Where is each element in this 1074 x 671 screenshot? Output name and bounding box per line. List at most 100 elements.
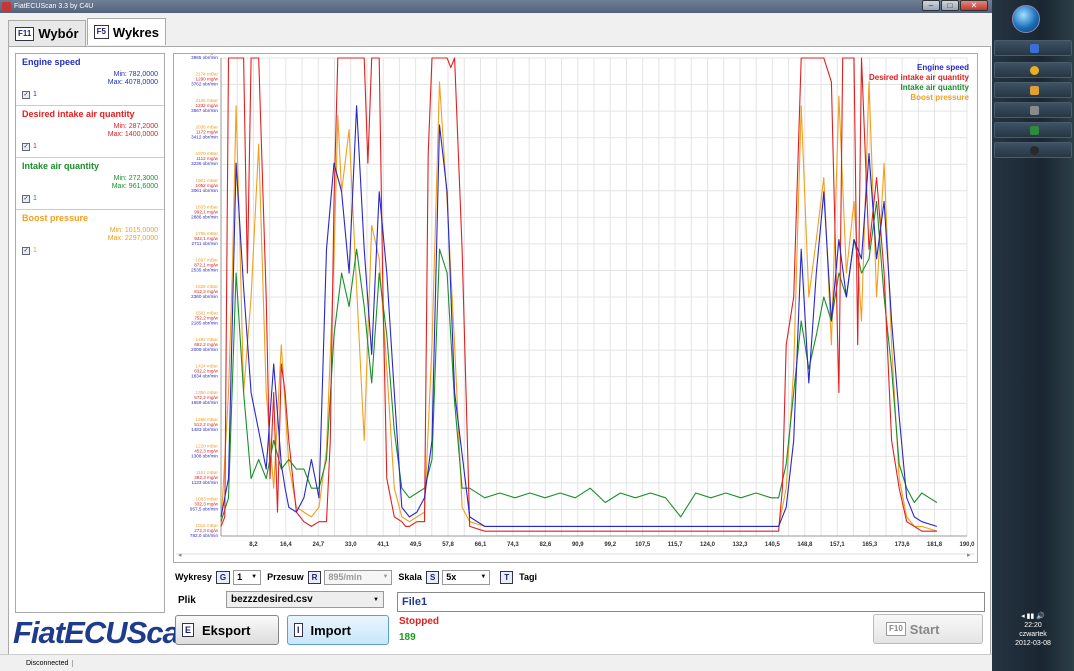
floppy-icon — [1030, 44, 1039, 53]
skala-label: Skala — [398, 572, 422, 582]
tagi-key[interactable]: T — [500, 570, 514, 584]
sensor-engine-speed[interactable]: Engine speed Min: 782,0000 Max: 4078,000… — [16, 54, 164, 106]
sensor-axis-number: 1 — [33, 247, 37, 254]
taskbar-item-excel[interactable] — [994, 122, 1072, 138]
sensor-intake-air[interactable]: Intake air quantity Min: 272,3000 Max: 9… — [16, 158, 164, 210]
x-tick-label: 90,9 — [572, 542, 584, 548]
tab-bar: F11 Wybór F5 Wykres — [8, 18, 167, 46]
sensor-axis-number: 1 — [33, 195, 37, 202]
sensor-min: Min: 1015,0000 — [109, 227, 158, 234]
maximize-button[interactable]: □ — [941, 0, 959, 11]
x-tick-label: 99,2 — [604, 542, 616, 548]
start-orb-icon[interactable] — [1012, 5, 1040, 33]
chevron-down-icon: ▼ — [382, 574, 389, 580]
tab-wybor-key: F11 — [15, 26, 35, 41]
wykresy-value: 1 — [237, 572, 243, 582]
y-tick-label: 3236 obr/min — [191, 161, 218, 166]
y-tick-label: 3412 obr/min — [191, 135, 218, 140]
y-tick-label: 2535 obr/min — [191, 267, 218, 272]
y-tick-label: 1483 obr/min — [191, 427, 218, 432]
y-tick-label: 2009 obr/min — [191, 347, 218, 352]
eksport-button[interactable]: E Eksport — [175, 615, 279, 645]
title-bar[interactable]: FiatECUScan 3.3 by C4U – □ ✕ — [0, 0, 992, 13]
sensor-checkbox[interactable]: ✓ — [22, 247, 30, 255]
minimize-button[interactable]: – — [922, 0, 940, 11]
x-tick-label: 190,0 — [959, 542, 975, 548]
taskbar-item-media[interactable] — [994, 142, 1072, 158]
eksport-key: E — [182, 623, 195, 637]
sensor-max: Max: 961,6000 — [111, 183, 158, 190]
chart-controls: Wykresy G 1 ▼ Przesuw R 895/min ▼ Skala S … — [175, 569, 541, 585]
sensor-min: Min: 782,0000 — [113, 71, 158, 78]
legend-engine-speed: Engine speed — [916, 63, 969, 72]
chevron-down-icon: ▼ — [373, 596, 379, 603]
y-tick-label: 2185 obr/min — [191, 321, 218, 326]
file-select[interactable]: bezzzdesired.csv ▼ — [226, 591, 384, 608]
eksport-label: Eksport — [202, 622, 251, 638]
connection-status: Disconnected — [22, 659, 74, 667]
scroll-left-icon: ◂ — [178, 552, 182, 559]
file-name-field[interactable]: File1 — [397, 592, 985, 612]
przesuw-value: 895/min — [328, 572, 362, 582]
skala-value: 5x — [446, 572, 457, 582]
sensor-checkbox[interactable]: ✓ — [22, 143, 30, 151]
chart-panel[interactable]: 2243 mBar1362 mg/w3965 obr/min2174 mBar1… — [173, 53, 978, 563]
tray-time[interactable]: 22:20 — [992, 621, 1074, 630]
wykresy-select[interactable]: 1 ▼ — [233, 569, 262, 585]
sensor-boost-pressure[interactable]: Boost pressure Min: 1015,0000 Max: 2297,… — [16, 210, 164, 262]
window-buttons: – □ ✕ — [921, 0, 988, 11]
taskbar-item-save[interactable] — [994, 40, 1072, 56]
y-tick-label: 3567 obr/min — [191, 108, 218, 113]
x-tick-label: 24,7 — [312, 542, 324, 548]
tab-content: Engine speed Min: 782,0000 Max: 4078,000… — [8, 46, 991, 658]
window-title: FiatECUScan 3.3 by C4U — [14, 3, 94, 10]
sensor-desired-intake-air[interactable]: Desired intake air quantity Min: 287,200… — [16, 106, 164, 158]
y-tick-label: 1133 obr/min — [192, 480, 219, 485]
tray-day: czwartek — [1019, 631, 1047, 638]
sensor-name: Boost pressure — [22, 213, 89, 223]
sensor-axis-number: 1 — [33, 91, 37, 98]
taskbar-item-chrome[interactable] — [994, 62, 1072, 78]
chart-svg: 2243 mBar1362 mg/w3965 obr/min2174 mBar1… — [176, 54, 975, 559]
x-tick-label: 33,0 — [345, 542, 357, 548]
tab-wykres-label: Wykres — [112, 24, 159, 40]
file-panel: Plik bezzzdesired.csv ▼ E Eksport I Impor… — [173, 587, 389, 647]
x-tick-label: 157,1 — [830, 542, 846, 548]
legend-desired-intake-air: Desired intake air quantity — [868, 73, 969, 82]
tray-icons: ◂ ▮▮ 🔊 — [992, 612, 1074, 621]
y-tick-label: 782,0 obr/min — [190, 533, 219, 538]
sensor-checkbox[interactable]: ✓ — [22, 91, 30, 99]
close-button[interactable]: ✕ — [960, 0, 988, 11]
sensor-max: Max: 2297,0000 — [107, 235, 158, 242]
scroll-right-icon: ▸ — [967, 552, 971, 559]
start-button[interactable]: F10 Start — [873, 614, 983, 644]
y-tick-label: 2886 obr/min — [191, 214, 218, 219]
przesuw-select[interactable]: 895/min ▼ — [324, 569, 393, 585]
sensor-list: Engine speed Min: 782,0000 Max: 4078,000… — [15, 53, 165, 613]
x-tick-label: 140,5 — [765, 542, 781, 548]
volume-icon[interactable]: ◂ ▮▮ 🔊 — [1021, 613, 1045, 620]
x-tick-label: 16,4 — [280, 542, 292, 548]
x-tick-label: 173,6 — [895, 542, 911, 548]
x-tick-label: 124,0 — [700, 542, 716, 548]
y-tick-label: 957,5 obr/min — [190, 506, 219, 511]
sensor-max: Max: 4078,0000 — [107, 79, 158, 86]
sensor-checkbox[interactable]: ✓ — [22, 195, 30, 203]
tagi-label[interactable]: Tagi — [519, 572, 537, 582]
x-tick-label: 165,3 — [862, 542, 878, 548]
tab-wybor[interactable]: F11 Wybór — [8, 20, 86, 46]
x-tick-label: 8,2 — [249, 542, 258, 548]
plik-label: Plik — [178, 595, 196, 606]
file-select-value: bezzzdesired.csv — [231, 594, 313, 605]
skala-select[interactable]: 5x ▼ — [442, 569, 491, 585]
tab-wykres[interactable]: F5 Wykres — [86, 18, 166, 45]
taskbar-item-window[interactable] — [994, 102, 1072, 118]
start-key: F10 — [886, 622, 906, 636]
taskbar-item-app[interactable] — [994, 82, 1072, 98]
x-tick-label: 57,8 — [442, 542, 454, 548]
import-button[interactable]: I Import — [287, 615, 389, 645]
x-tick-label: 132,3 — [732, 542, 748, 548]
x-tick-label: 148,8 — [797, 542, 813, 548]
y-tick-label: 3061 obr/min — [191, 188, 218, 193]
sensor-min: Min: 272,3000 — [113, 175, 158, 182]
